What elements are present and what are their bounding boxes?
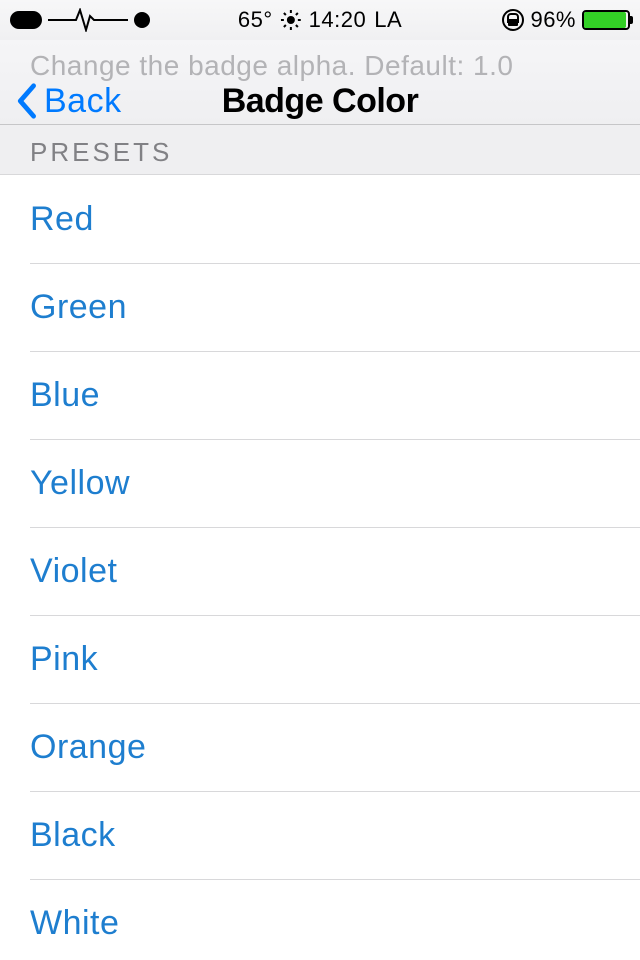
- sun-icon: [281, 10, 301, 30]
- preset-pink[interactable]: Pink: [30, 615, 640, 703]
- signal-indicator-right: [134, 12, 150, 28]
- preset-green[interactable]: Green: [30, 263, 640, 351]
- nav-bar: Change the badge alpha. Default: 1.0 Bac…: [0, 40, 640, 125]
- back-button[interactable]: Back: [14, 82, 122, 121]
- preset-blue[interactable]: Blue: [30, 351, 640, 439]
- nav-title: Badge Color: [222, 82, 419, 121]
- preset-violet[interactable]: Violet: [30, 527, 640, 615]
- section-header-presets: PRESETS: [0, 125, 640, 175]
- back-label: Back: [44, 82, 122, 121]
- preset-orange[interactable]: Orange: [30, 703, 640, 791]
- status-bar: 65° 14:20 LA 96%: [0, 0, 640, 40]
- clock-label: 14:20: [309, 7, 367, 33]
- status-right: 96%: [502, 7, 630, 33]
- preset-yellow[interactable]: Yellow: [30, 439, 640, 527]
- status-left: [10, 8, 150, 32]
- battery-percent-label: 96%: [530, 7, 576, 33]
- presets-list: Red Green Blue Yellow Violet Pink Orange…: [0, 175, 640, 960]
- pulse-icon: [48, 8, 128, 32]
- preset-red[interactable]: Red: [0, 175, 640, 263]
- preset-white[interactable]: White: [30, 879, 640, 960]
- ghost-description: Change the badge alpha. Default: 1.0: [30, 50, 513, 82]
- battery-fill: [584, 12, 626, 28]
- preset-black[interactable]: Black: [30, 791, 640, 879]
- location-label: LA: [374, 7, 402, 33]
- rotation-lock-icon: [502, 9, 524, 31]
- temperature-label: 65°: [238, 7, 273, 33]
- status-center: 65° 14:20 LA: [238, 7, 402, 33]
- chevron-left-icon: [14, 82, 38, 120]
- signal-indicator-left: [10, 11, 42, 29]
- battery-icon: [582, 10, 630, 30]
